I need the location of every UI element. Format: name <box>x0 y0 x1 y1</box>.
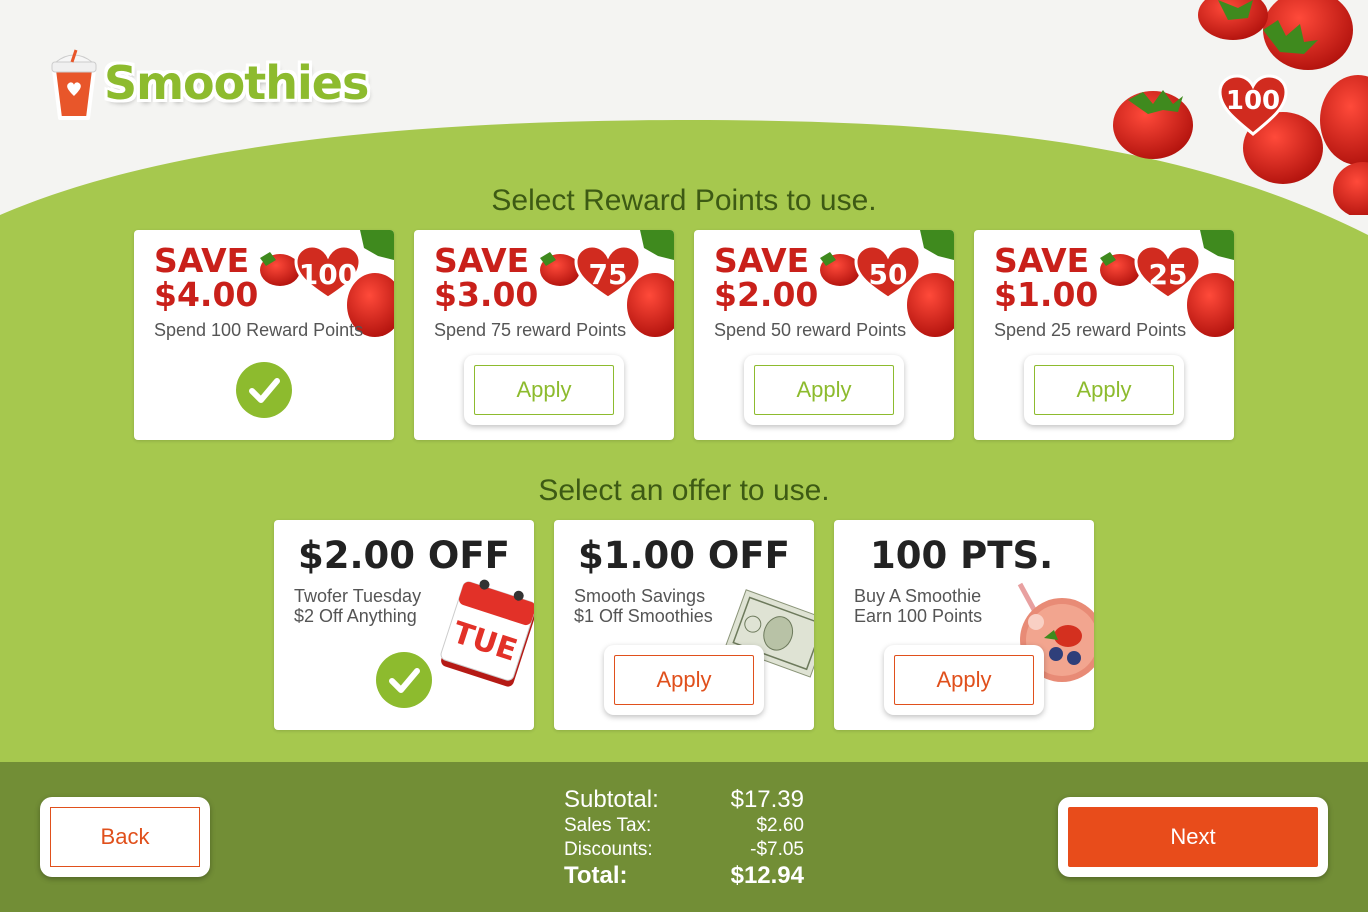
checkmark-icon <box>236 362 292 418</box>
offer-card-twofer-tuesday[interactable]: $2.00 OFF Twofer Tuesday $2 Off Anything… <box>274 520 534 730</box>
reward-card-75[interactable]: SAVE $3.00 75 Spend 75 reward Points Appl… <box>414 230 674 440</box>
reward-amount: $1.00 <box>994 275 1099 314</box>
offers-title: Select an offer to use. <box>538 474 830 507</box>
offer-name: Twofer Tuesday <box>294 586 422 606</box>
offer-card-buy-a-smoothie[interactable]: 100 PTS. Buy A Smoothie Earn 100 Points … <box>834 520 1094 730</box>
apply-button[interactable]: Apply <box>614 655 754 705</box>
reward-amount: $2.00 <box>714 275 819 314</box>
tax-value: $2.60 <box>756 815 804 836</box>
reward-description: Spend 25 reward Points <box>994 320 1187 340</box>
apply-button[interactable]: Apply <box>754 365 894 415</box>
reward-description: Spend 75 reward Points <box>434 320 627 340</box>
offer-card-smooth-savings[interactable]: $1.00 OFF Smooth Savings $1 Off Smoothie… <box>554 520 814 730</box>
reward-card-25[interactable]: SAVE $1.00 25 Spend 25 reward Points Appl… <box>974 230 1234 440</box>
total-label: Total: <box>564 862 628 889</box>
discounts-value: -$7.05 <box>750 839 804 860</box>
reward-card-100[interactable]: SAVE $4.00 100 Spend 100 Reward Points <box>134 230 394 440</box>
smoothie-cup-icon <box>51 49 97 120</box>
reward-points-value: 100 <box>1225 86 1281 116</box>
reward-description: Spend 50 reward Points <box>714 320 907 340</box>
reward-amount: $4.00 <box>154 275 259 314</box>
reward-points-number: 75 <box>588 258 628 291</box>
offer-description: Earn 100 Points <box>854 606 983 626</box>
offer-name: Smooth Savings <box>574 586 706 606</box>
offer-headline: $2.00 OFF <box>298 534 510 577</box>
offer-headline: 100 PTS. <box>870 534 1054 577</box>
order-totals: Subtotal: $17.39 Sales Tax: $2.60 Discou… <box>564 786 804 890</box>
reward-card-50[interactable]: SAVE $2.00 50 Spend 50 reward Points Appl… <box>694 230 954 440</box>
offer-name: Buy A Smoothie <box>854 586 982 606</box>
apply-button[interactable]: Apply <box>894 655 1034 705</box>
reward-description: Spend 100 Reward Points <box>154 320 364 340</box>
reward-amount: $3.00 <box>434 275 539 314</box>
calendar-icon: TUE <box>440 579 534 687</box>
total-value: $12.94 <box>730 862 804 889</box>
back-button[interactable]: Back <box>50 807 200 867</box>
next-button[interactable]: Next <box>1068 807 1318 867</box>
rewards-title: Select Reward Points to use. <box>491 184 877 217</box>
tax-label: Sales Tax: <box>564 815 652 836</box>
reward-points-number: 50 <box>868 258 908 291</box>
reward-points-number: 25 <box>1148 258 1188 291</box>
offer-description: $2 Off Anything <box>294 606 417 626</box>
subtotal-label: Subtotal: <box>564 786 659 813</box>
brand-name: Smoothies <box>104 56 369 110</box>
offer-headline: $1.00 OFF <box>578 534 790 577</box>
subtotal-value: $17.39 <box>730 786 804 813</box>
discounts-label: Discounts: <box>564 839 653 860</box>
offer-description: $1 Off Smoothies <box>574 606 713 626</box>
reward-points-badge: 100 <box>1218 74 1288 136</box>
checkmark-icon <box>376 652 432 708</box>
apply-button[interactable]: Apply <box>474 365 614 415</box>
reward-points-number: 100 <box>298 258 358 291</box>
apply-button[interactable]: Apply <box>1034 365 1174 415</box>
